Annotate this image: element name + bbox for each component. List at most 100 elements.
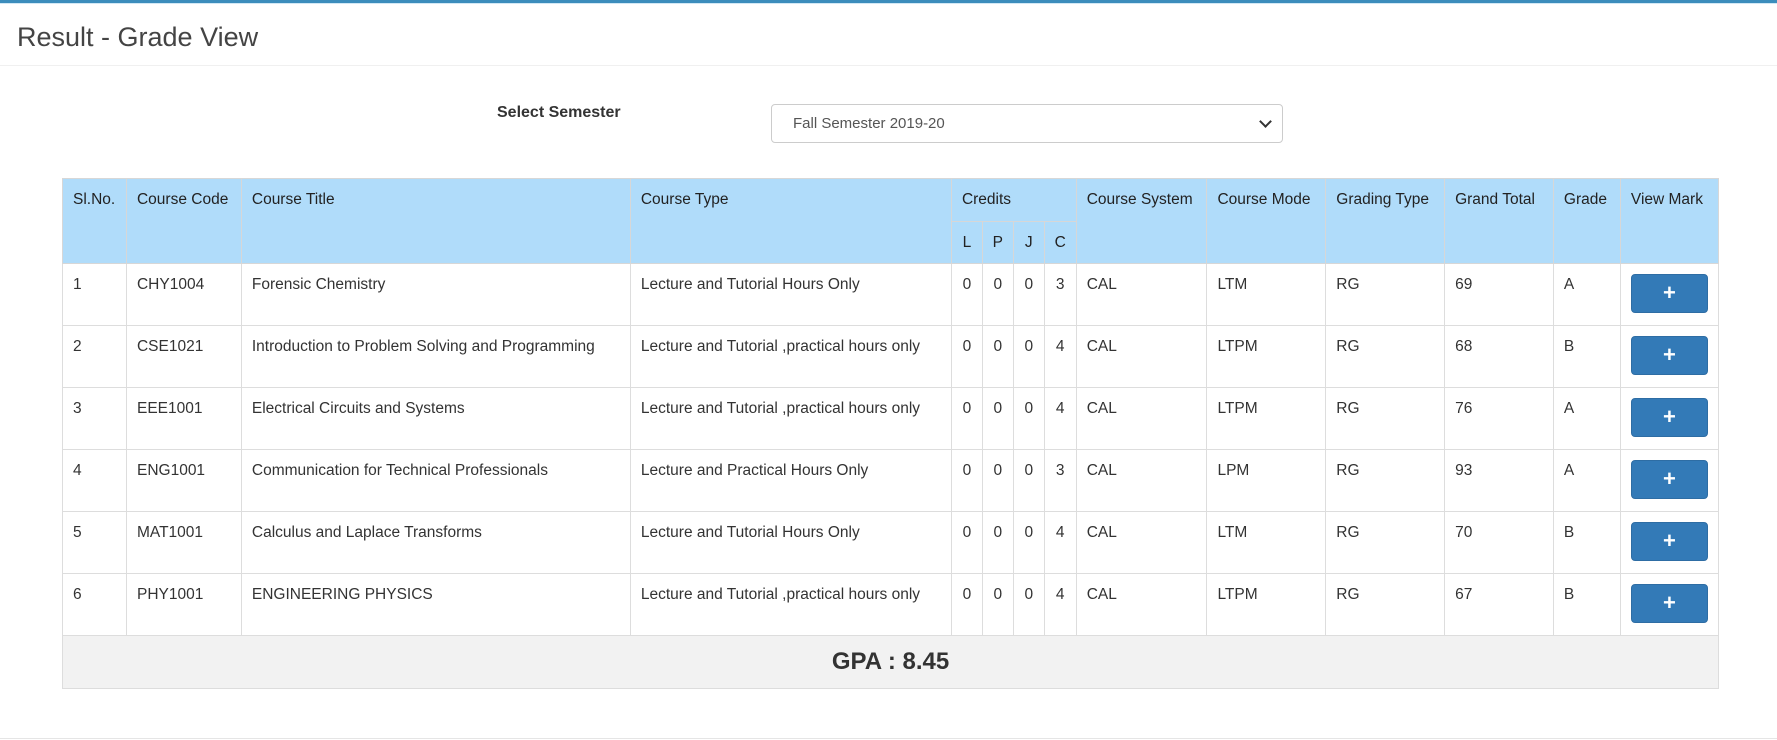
cell-course-system: CAL (1075, 573, 1208, 636)
cell-grading-type: RG (1325, 387, 1446, 450)
cell-credits-l: 0 (950, 387, 983, 450)
cell-credits-c: 4 (1043, 325, 1077, 388)
view-mark-button[interactable]: + (1630, 274, 1708, 313)
table-row: 3 EEE1001 Electrical Circuits and Systems L… (62, 387, 1720, 450)
header-credits-l: L (950, 221, 983, 264)
cell-slno: 4 (62, 449, 127, 512)
cell-course-title: ENGINEERING PHYSICS (240, 573, 631, 636)
cell-course-system: CAL (1075, 387, 1208, 450)
cell-grading-type: RG (1325, 449, 1446, 512)
cell-grading-type: RG (1325, 263, 1446, 326)
cell-view-mark: + (1619, 325, 1720, 388)
view-mark-button[interactable]: + (1630, 398, 1708, 437)
cell-credits-j: 0 (1012, 449, 1045, 512)
gpa-summary: GPA : 8.45 (62, 635, 1719, 689)
cell-credits-j: 0 (1012, 511, 1045, 574)
bottom-divider (0, 738, 1777, 739)
cell-credits-l: 0 (950, 449, 983, 512)
view-mark-button[interactable]: + (1630, 336, 1708, 375)
cell-slno: 2 (62, 325, 127, 388)
cell-grand-total: 68 (1444, 325, 1554, 388)
semester-label: Select Semester (497, 104, 621, 121)
top-accent-line (0, 3, 1777, 4)
view-mark-button[interactable]: + (1630, 522, 1708, 561)
header-course-title: Course Title (240, 178, 631, 264)
grades-table: Sl.No. Course Code Course Title Course T… (62, 178, 1720, 689)
header-credits-c: C (1043, 221, 1077, 264)
title-divider (0, 65, 1777, 66)
cell-credits-l: 0 (950, 263, 983, 326)
cell-credits-p: 0 (981, 325, 1014, 388)
cell-course-title: Electrical Circuits and Systems (240, 387, 631, 450)
cell-course-mode: LPM (1206, 449, 1327, 512)
cell-course-mode: LTPM (1206, 573, 1327, 636)
table-row: 1 CHY1004 Forensic Chemistry Lecture and Tu… (62, 263, 1720, 326)
cell-course-type: Lecture and Tutorial ,practical hours on… (629, 325, 952, 388)
cell-course-type: Lecture and Tutorial Hours Only (629, 511, 952, 574)
cell-credits-l: 0 (950, 511, 983, 574)
cell-credits-j: 0 (1012, 263, 1045, 326)
header-credits-j: J (1012, 221, 1045, 264)
header-grade: Grade (1552, 178, 1621, 264)
page-title: Result - Grade View (17, 22, 259, 52)
cell-course-type: Lecture and Tutorial ,practical hours on… (629, 387, 952, 450)
cell-course-code: MAT1001 (125, 511, 242, 574)
cell-grand-total: 69 (1444, 263, 1554, 326)
header-course-type: Course Type (629, 178, 952, 264)
cell-credits-p: 0 (981, 263, 1014, 326)
cell-credits-j: 0 (1012, 573, 1045, 636)
cell-credits-c: 4 (1043, 387, 1077, 450)
header-slno: Sl.No. (62, 178, 127, 264)
cell-grade: A (1552, 449, 1621, 512)
table-row: 2 CSE1021 Introduction to Problem Solving … (62, 325, 1720, 388)
header-grading-type: Grading Type (1325, 178, 1446, 264)
cell-view-mark: + (1619, 573, 1720, 636)
cell-course-system: CAL (1075, 449, 1208, 512)
cell-course-system: CAL (1075, 511, 1208, 574)
cell-credits-p: 0 (981, 573, 1014, 636)
cell-credits-l: 0 (950, 325, 983, 388)
cell-course-title: Forensic Chemistry (240, 263, 631, 326)
cell-grading-type: RG (1325, 573, 1446, 636)
header-grand-total: Grand Total (1444, 178, 1554, 264)
semester-selected-value: Fall Semester 2019-20 (793, 115, 945, 132)
cell-view-mark: + (1619, 387, 1720, 450)
cell-course-mode: LTPM (1206, 387, 1327, 450)
chevron-down-icon (1259, 115, 1272, 128)
cell-credits-p: 0 (981, 511, 1014, 574)
table-row: 6 PHY1001 ENGINEERING PHYSICS Lecture and T… (62, 573, 1720, 636)
cell-credits-l: 0 (950, 573, 983, 636)
cell-grand-total: 76 (1444, 387, 1554, 450)
cell-course-type: Lecture and Practical Hours Only (629, 449, 952, 512)
cell-course-title: Communication for Technical Professional… (240, 449, 631, 512)
cell-course-system: CAL (1075, 325, 1208, 388)
cell-grade: B (1552, 325, 1621, 388)
cell-course-code: ENG1001 (125, 449, 242, 512)
cell-view-mark: + (1619, 449, 1720, 512)
table-row: 4 ENG1001 Communication for Technical Prof… (62, 449, 1720, 512)
cell-grade: A (1552, 263, 1621, 326)
cell-course-title: Introduction to Problem Solving and Prog… (240, 325, 631, 388)
cell-course-code: PHY1001 (125, 573, 242, 636)
semester-select[interactable]: Fall Semester 2019-20 (771, 104, 1283, 143)
cell-course-type: Lecture and Tutorial Hours Only (629, 263, 952, 326)
cell-view-mark: + (1619, 263, 1720, 326)
cell-credits-c: 4 (1043, 573, 1077, 636)
cell-course-mode: LTM (1206, 263, 1327, 326)
cell-grand-total: 93 (1444, 449, 1554, 512)
cell-grade: B (1552, 511, 1621, 574)
cell-course-code: CHY1004 (125, 263, 242, 326)
cell-course-type: Lecture and Tutorial ,practical hours on… (629, 573, 952, 636)
header-credits-p: P (981, 221, 1014, 264)
cell-course-code: CSE1021 (125, 325, 242, 388)
cell-course-mode: LTM (1206, 511, 1327, 574)
header-course-code: Course Code (125, 178, 242, 264)
cell-slno: 1 (62, 263, 127, 326)
cell-grand-total: 67 (1444, 573, 1554, 636)
view-mark-button[interactable]: + (1630, 584, 1708, 623)
header-view-mark: View Mark (1619, 178, 1720, 264)
cell-course-mode: LTPM (1206, 325, 1327, 388)
view-mark-button[interactable]: + (1630, 460, 1708, 499)
cell-course-code: EEE1001 (125, 387, 242, 450)
cell-slno: 3 (62, 387, 127, 450)
